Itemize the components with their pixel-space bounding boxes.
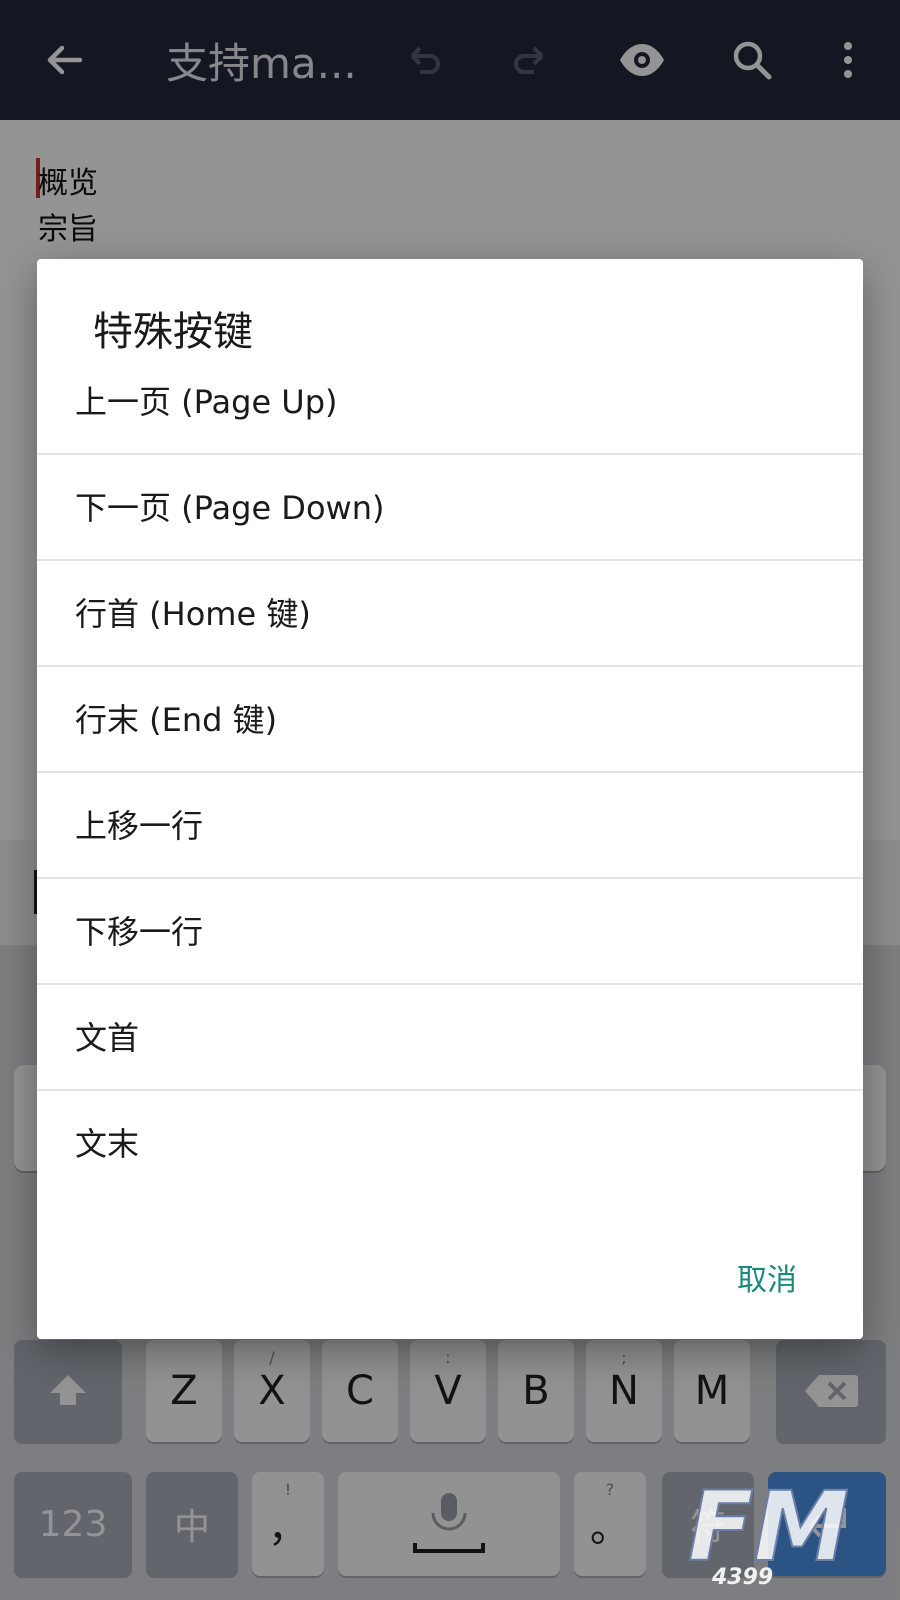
option-page-up[interactable]: 上一页 (Page Up): [37, 349, 863, 455]
option-label: 文首: [75, 1019, 140, 1057]
fm4399-watermark-logo: FM 4399: [687, 1470, 850, 1588]
option-line-end[interactable]: 行末 (End 键): [37, 667, 863, 773]
cancel-button[interactable]: 取消: [727, 1249, 807, 1305]
option-move-up-line[interactable]: 上移一行: [37, 773, 863, 879]
option-page-down[interactable]: 下一页 (Page Down): [37, 455, 863, 561]
option-line-home[interactable]: 行首 (Home 键): [37, 561, 863, 667]
option-doc-end[interactable]: 文末: [37, 1091, 863, 1197]
option-label: 行首 (Home 键): [75, 595, 311, 633]
option-label: 上移一行: [75, 807, 204, 845]
option-label: 下移一行: [75, 913, 204, 951]
option-label: 下一页 (Page Down): [75, 489, 385, 527]
special-keys-dialog: 特殊按键 上一页 (Page Up) 下一页 (Page Down) 行首 (H…: [37, 259, 863, 1339]
svg-text:4399: 4399: [711, 1565, 773, 1588]
option-label: 上一页 (Page Up): [75, 383, 338, 421]
option-label: 行末 (End 键): [75, 701, 278, 739]
option-move-down-line[interactable]: 下移一行: [37, 879, 863, 985]
option-doc-start[interactable]: 文首: [37, 985, 863, 1091]
option-label: 文末: [75, 1125, 140, 1163]
